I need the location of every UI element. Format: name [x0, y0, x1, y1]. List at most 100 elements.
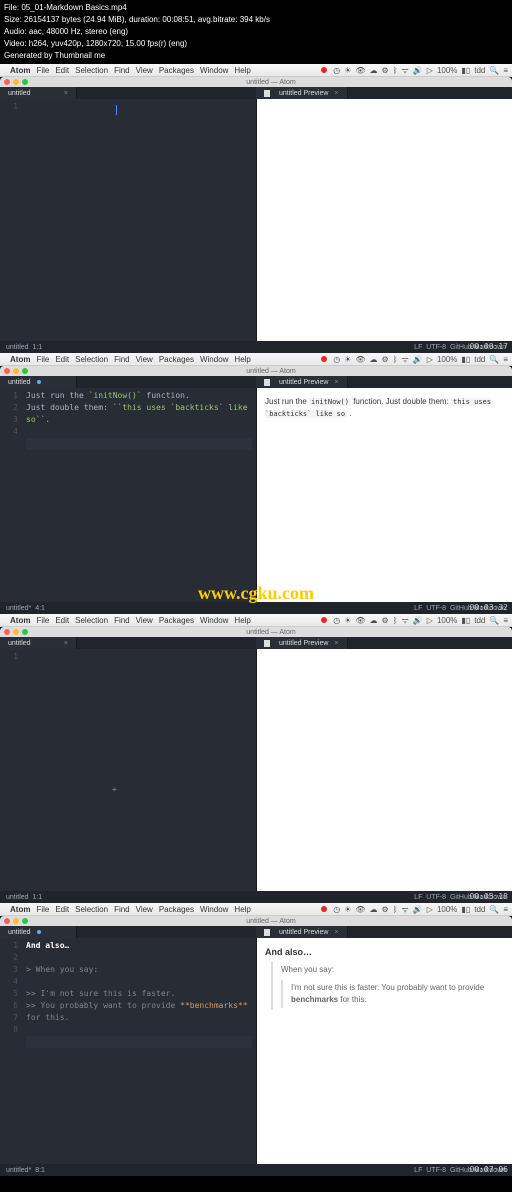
wifi-icon[interactable]: ᯤ: [402, 615, 409, 626]
tab-untitled[interactable]: untitled: [0, 376, 77, 388]
editor-pane[interactable]: 1 2 3 4 5 6 7 8 And also… > When you say…: [0, 938, 257, 1164]
close-icon[interactable]: [4, 368, 10, 374]
status-cursor[interactable]: 4:1: [35, 605, 45, 612]
close-icon[interactable]: [4, 629, 10, 635]
tab-preview[interactable]: untitled Preview×: [256, 926, 348, 938]
status-cursor[interactable]: 1:1: [32, 894, 42, 901]
bluetooth-icon[interactable]: ᛒ: [393, 905, 398, 914]
sun-icon[interactable]: ☀: [344, 355, 351, 364]
menu-window[interactable]: Window: [200, 905, 228, 914]
status-eol[interactable]: LF: [414, 344, 422, 351]
clock-icon[interactable]: ◷: [333, 66, 340, 75]
menu-find[interactable]: Find: [114, 905, 130, 914]
close-icon[interactable]: [4, 918, 10, 924]
editor-pane[interactable]: 1 ⌖: [0, 649, 257, 891]
user-label[interactable]: tdd: [474, 905, 485, 914]
status-eol[interactable]: LF: [414, 605, 422, 612]
bluetooth-icon[interactable]: ᛒ: [393, 66, 398, 75]
menu-selection[interactable]: Selection: [75, 355, 108, 364]
menu-packages[interactable]: Packages: [159, 355, 194, 364]
menu-edit[interactable]: Edit: [55, 355, 69, 364]
menu-window[interactable]: Window: [200, 355, 228, 364]
search-icon[interactable]: 🔍: [489, 355, 499, 364]
user-label[interactable]: tdd: [474, 66, 485, 75]
search-icon[interactable]: 🔍: [489, 616, 499, 625]
menu-window[interactable]: Window: [200, 66, 228, 75]
tab-close-icon[interactable]: ×: [334, 90, 338, 97]
volume-icon[interactable]: 🔊: [413, 905, 423, 914]
eye-icon[interactable]: 👁: [355, 355, 365, 364]
zoom-icon[interactable]: [22, 79, 28, 85]
battery-icon[interactable]: ▮▯: [461, 616, 470, 625]
menu-help[interactable]: Help: [234, 905, 250, 914]
menu-selection[interactable]: Selection: [75, 66, 108, 75]
menu-selection[interactable]: Selection: [75, 905, 108, 914]
window-titlebar[interactable]: untitled — Atom: [0, 916, 512, 926]
wifi-icon[interactable]: ᯤ: [402, 65, 409, 76]
tab-preview[interactable]: untitled Preview×: [256, 637, 348, 649]
window-titlebar[interactable]: untitled — Atom: [0, 627, 512, 637]
tab-close-icon[interactable]: ×: [64, 90, 68, 97]
menu-help[interactable]: Help: [234, 355, 250, 364]
record-icon[interactable]: [321, 67, 327, 73]
cloud-icon[interactable]: ☁: [370, 355, 378, 364]
status-cursor[interactable]: 8:1: [35, 1167, 45, 1174]
tab-untitled[interactable]: untitled×: [0, 87, 77, 99]
menu-atom[interactable]: Atom: [10, 616, 30, 625]
menu-atom[interactable]: Atom: [10, 905, 30, 914]
traffic-lights[interactable]: [4, 629, 28, 635]
code-area[interactable]: Just run the `initNow()` function. Just …: [22, 388, 256, 602]
eye-icon[interactable]: 👁: [355, 905, 365, 914]
notification-icon[interactable]: ≡: [503, 616, 508, 625]
sun-icon[interactable]: ☀: [344, 905, 351, 914]
status-file[interactable]: untitled: [6, 344, 29, 351]
cloud-icon[interactable]: ☁: [370, 66, 378, 75]
menu-edit[interactable]: Edit: [55, 66, 69, 75]
notification-icon[interactable]: ≡: [503, 66, 508, 75]
menu-file[interactable]: File: [36, 905, 49, 914]
menu-file[interactable]: File: [36, 355, 49, 364]
window-titlebar[interactable]: untitled — Atom: [0, 366, 512, 376]
zoom-icon[interactable]: [22, 629, 28, 635]
menu-edit[interactable]: Edit: [55, 616, 69, 625]
gear-icon[interactable]: ⚙: [382, 355, 389, 364]
menu-atom[interactable]: Atom: [10, 66, 30, 75]
battery-icon[interactable]: ▮▯: [461, 905, 470, 914]
user-label[interactable]: tdd: [474, 355, 485, 364]
menu-find[interactable]: Find: [114, 616, 130, 625]
clock-icon[interactable]: ◷: [333, 616, 340, 625]
menu-packages[interactable]: Packages: [159, 66, 194, 75]
sun-icon[interactable]: ☀: [344, 66, 351, 75]
gear-icon[interactable]: ⚙: [382, 66, 389, 75]
record-icon[interactable]: [321, 356, 327, 362]
editor-pane[interactable]: 1: [0, 99, 257, 341]
menu-packages[interactable]: Packages: [159, 905, 194, 914]
zoom-icon[interactable]: [22, 368, 28, 374]
minimize-icon[interactable]: [13, 368, 19, 374]
user-label[interactable]: tdd: [474, 616, 485, 625]
status-file[interactable]: untitled*: [6, 1167, 31, 1174]
zoom-icon[interactable]: [22, 918, 28, 924]
tab-preview[interactable]: untitled Preview×: [256, 87, 348, 99]
menu-help[interactable]: Help: [234, 66, 250, 75]
menu-packages[interactable]: Packages: [159, 616, 194, 625]
traffic-lights[interactable]: [4, 918, 28, 924]
wifi-icon[interactable]: ᯤ: [402, 354, 409, 365]
play-icon[interactable]: ▷: [427, 905, 433, 914]
menu-view[interactable]: View: [136, 355, 153, 364]
play-icon[interactable]: ▷: [427, 616, 433, 625]
search-icon[interactable]: 🔍: [489, 66, 499, 75]
bluetooth-icon[interactable]: ᛒ: [393, 616, 398, 625]
menu-file[interactable]: File: [36, 616, 49, 625]
menu-selection[interactable]: Selection: [75, 616, 108, 625]
menu-view[interactable]: View: [136, 616, 153, 625]
volume-icon[interactable]: 🔊: [413, 355, 423, 364]
editor-pane[interactable]: 1 2 3 4 Just run the `initNow()` functio…: [0, 388, 257, 602]
status-eol[interactable]: LF: [414, 1167, 422, 1174]
status-eol[interactable]: LF: [414, 894, 422, 901]
clock-icon[interactable]: ◷: [333, 355, 340, 364]
minimize-icon[interactable]: [13, 918, 19, 924]
menu-file[interactable]: File: [36, 66, 49, 75]
bluetooth-icon[interactable]: ᛒ: [393, 355, 398, 364]
menu-view[interactable]: View: [136, 905, 153, 914]
